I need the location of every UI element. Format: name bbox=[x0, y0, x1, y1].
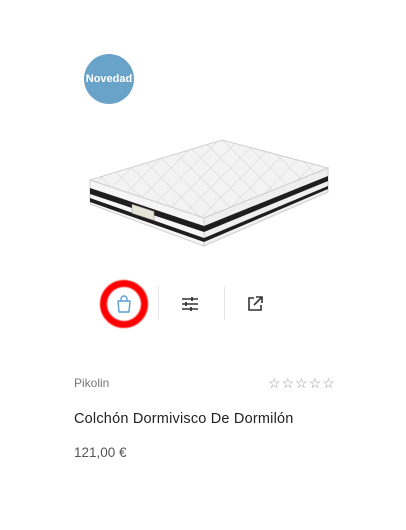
action-divider bbox=[224, 286, 225, 320]
star-empty-icon: ☆ bbox=[281, 375, 295, 391]
add-to-cart-button[interactable] bbox=[98, 278, 150, 330]
open-details-button[interactable] bbox=[229, 278, 281, 330]
product-title[interactable]: Colchón Dormivisco De Dormilón bbox=[74, 411, 294, 427]
star-empty-icon: ☆ bbox=[322, 375, 335, 391]
product-brand[interactable]: Pikolin bbox=[74, 376, 109, 390]
new-badge: Novedad bbox=[84, 54, 134, 104]
compare-button[interactable] bbox=[164, 278, 216, 330]
sliders-icon bbox=[182, 297, 198, 311]
external-link-icon bbox=[248, 296, 263, 311]
action-divider bbox=[158, 286, 159, 320]
star-empty-icon: ☆ bbox=[295, 375, 308, 391]
product-price: 121,00 € bbox=[74, 445, 127, 460]
star-rating: ☆ ☆ ☆ ☆ ☆ bbox=[268, 375, 335, 391]
product-image-mattress[interactable] bbox=[82, 118, 340, 258]
new-badge-label: Novedad bbox=[85, 73, 133, 85]
annotation-circle bbox=[100, 280, 148, 328]
product-actions bbox=[82, 278, 282, 330]
star-empty-icon: ☆ bbox=[308, 375, 322, 391]
star-empty-icon: ☆ bbox=[268, 375, 281, 391]
